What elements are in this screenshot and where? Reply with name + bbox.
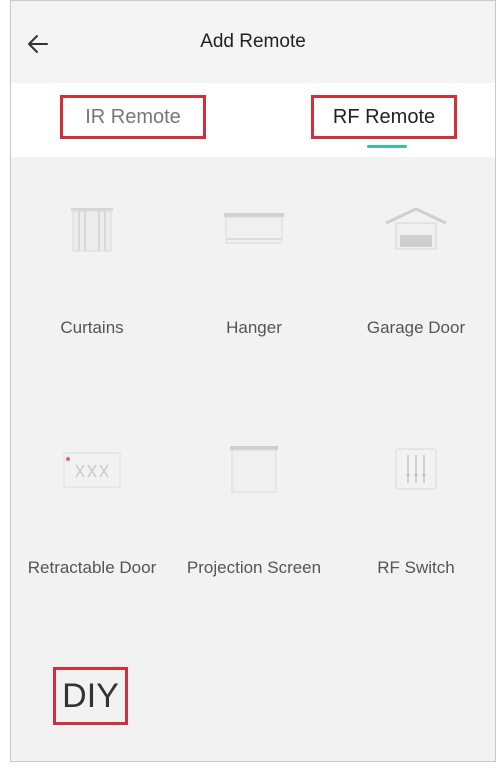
garage-door-icon xyxy=(385,207,447,250)
page-title: Add Remote xyxy=(200,31,306,52)
diy-label: DIY xyxy=(53,667,128,725)
tab-rf-remote-label: RF Remote xyxy=(332,105,436,128)
device-retractable-door[interactable]: Retractable Door xyxy=(11,397,173,637)
top-bar: Add Remote xyxy=(11,1,495,83)
rf-switch-icon xyxy=(395,448,437,490)
tab-rf-remote[interactable]: RF Remote xyxy=(311,95,457,139)
remote-type-tabs: IR Remote RF Remote xyxy=(11,83,495,157)
device-garage-door[interactable]: Garage Door xyxy=(335,157,495,397)
device-label: Garage Door xyxy=(366,318,466,337)
app-frame: Add Remote IR Remote RF Remote Curtains … xyxy=(10,0,496,762)
device-label: Projection Screen xyxy=(186,558,322,577)
device-hanger[interactable]: Hanger xyxy=(173,157,335,397)
device-label: Hanger xyxy=(226,318,282,337)
device-diy[interactable]: DIY xyxy=(11,637,173,761)
device-grid: Curtains Hanger Garage Door Retractable … xyxy=(11,157,495,761)
active-tab-indicator xyxy=(367,145,407,148)
tab-ir-remote-label: IR Remote xyxy=(85,105,181,128)
retractable-door-icon xyxy=(63,452,121,488)
device-label: Curtains xyxy=(60,318,124,337)
curtains-icon xyxy=(71,208,113,252)
device-label: RF Switch xyxy=(377,558,455,577)
projection-screen-icon xyxy=(230,446,278,493)
device-projection-screen[interactable]: Projection Screen xyxy=(173,397,335,637)
device-rf-switch[interactable]: RF Switch xyxy=(335,397,495,637)
tab-ir-remote[interactable]: IR Remote xyxy=(60,95,206,139)
hanger-icon xyxy=(224,213,284,244)
device-curtains[interactable]: Curtains xyxy=(11,157,173,397)
device-label: Retractable Door xyxy=(27,558,157,577)
